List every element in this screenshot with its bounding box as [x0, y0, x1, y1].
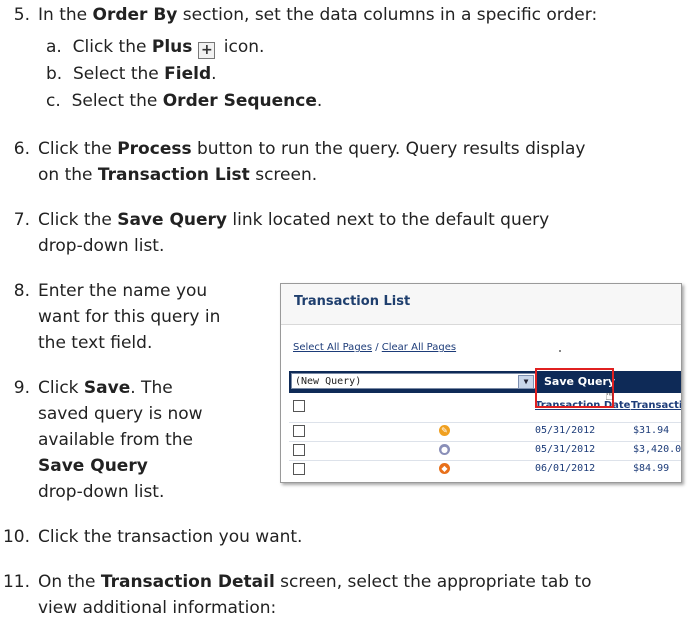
step-8-line-1: Enter the name you	[38, 281, 208, 301]
step-9-line-3: available from the	[38, 430, 194, 450]
table-row[interactable]: ◆ 06/01/2012 $84.99	[289, 460, 681, 477]
transaction-amount: $84.99	[633, 463, 670, 474]
transaction-list-screenshot: Transaction List Select All Pages / Clea…	[280, 283, 682, 483]
person-icon: ●	[439, 444, 450, 455]
step-number: 9.	[13, 378, 30, 398]
query-toolbar: (New Query) ▼ Save Query	[289, 371, 681, 393]
step-10-text: Click the transaction you want.	[38, 527, 303, 547]
step-number: 11.	[2, 572, 30, 592]
select-all-pages-link[interactable]: Select All Pages	[293, 342, 372, 353]
step-7-line-2: drop-down list.	[38, 236, 165, 256]
step-9-line-1: Click Save. The	[38, 378, 173, 398]
row-checkbox[interactable]	[293, 444, 305, 456]
step-11-line-1: On the Transaction Detail screen, select…	[38, 572, 592, 592]
step-6-line-2: on the Transaction List screen.	[38, 165, 318, 185]
panel-title: Transaction List	[294, 294, 411, 309]
clear-all-pages-link[interactable]: Clear All Pages	[382, 342, 456, 353]
row-checkbox[interactable]	[293, 425, 305, 437]
transaction-amount: $3,420.00	[633, 444, 682, 455]
dot	[559, 350, 561, 352]
step-number: 5.	[13, 5, 30, 25]
select-all-checkbox[interactable]	[293, 400, 305, 412]
step-8-line-3: the text field.	[38, 333, 153, 353]
page-selection-links: Select All Pages / Clear All Pages	[293, 342, 457, 353]
transaction-amount: $31.94	[633, 425, 670, 436]
step-8-line-2: want for this query in	[38, 307, 221, 327]
step-9-line-5: drop-down list.	[38, 482, 165, 502]
table-row[interactable]: ● 05/31/2012 $3,420.00	[289, 441, 681, 458]
column-transaction-date[interactable]: Transaction Date	[535, 400, 630, 411]
row-checkbox[interactable]	[293, 463, 305, 475]
transaction-date: 06/01/2012	[535, 463, 596, 474]
pencil-icon: ✎	[439, 425, 450, 436]
substep-c: c. Select the Order Sequence.	[46, 91, 323, 111]
step-number: 8.	[13, 281, 30, 301]
column-transaction[interactable]: Transaction	[631, 400, 681, 411]
step-7-line-1: Click the Save Query link located next t…	[38, 210, 550, 230]
document-page: 5. In the Order By section, set the data…	[0, 0, 696, 624]
step-9-line-4: Save Query	[38, 456, 148, 476]
step-11-line-2: view additional information:	[38, 598, 277, 618]
car-icon: ◆	[439, 463, 450, 474]
table-header: Transaction Date Transaction	[289, 395, 681, 417]
step-number: 7.	[13, 210, 30, 230]
step-6-line-1: Click the Process button to run the quer…	[38, 139, 586, 159]
step-9-line-2: saved query is now	[38, 404, 203, 424]
step-number: 10.	[2, 527, 30, 547]
substep-a: a. Click the Plus + icon.	[46, 37, 265, 59]
query-select[interactable]: (New Query) ▼	[291, 373, 536, 389]
step-5-text: In the Order By section, set the data co…	[38, 5, 598, 25]
transaction-date: 05/31/2012	[535, 425, 596, 436]
plus-icon: +	[198, 42, 216, 59]
chevron-down-icon[interactable]: ▼	[518, 375, 534, 389]
substep-b: b. Select the Field.	[46, 64, 217, 84]
panel-header: Transaction List	[281, 284, 681, 325]
transaction-date: 05/31/2012	[535, 444, 596, 455]
step-number: 6.	[13, 139, 30, 159]
hand-cursor-icon: ☝	[605, 386, 615, 404]
table-row[interactable]: ✎ 05/31/2012 $31.94	[289, 422, 681, 439]
